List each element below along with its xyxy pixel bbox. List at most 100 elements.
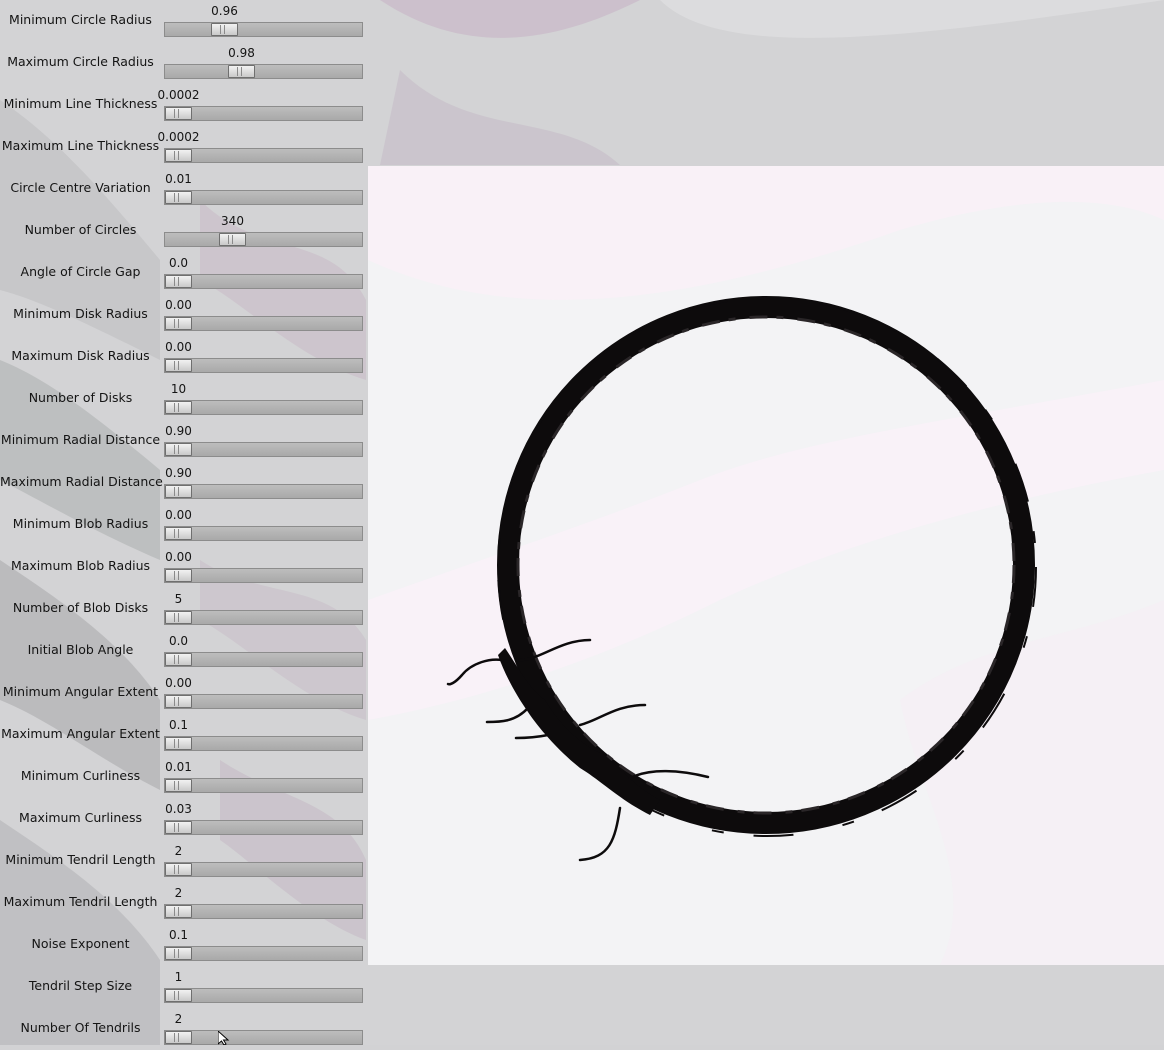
- slider-thumb[interactable]: [165, 191, 192, 204]
- slider-row: Initial Blob Angle 0.0: [0, 630, 366, 672]
- slider-value: 0.98: [228, 46, 255, 60]
- slider-value: 0.1: [168, 928, 189, 942]
- slider-thumb[interactable]: [228, 65, 255, 78]
- slider-label: Circle Centre Variation: [10, 180, 151, 195]
- slider-label: Maximum Line Thickness: [1, 138, 160, 153]
- slider-thumb[interactable]: [165, 569, 192, 582]
- slider-track[interactable]: [164, 736, 363, 751]
- slider-thumb[interactable]: [165, 359, 192, 372]
- slider-track[interactable]: [164, 694, 363, 709]
- slider-thumb[interactable]: [219, 233, 246, 246]
- slider-track[interactable]: [164, 232, 363, 247]
- slider-thumb[interactable]: [165, 485, 192, 498]
- slider-label: Maximum Tendril Length: [3, 894, 158, 909]
- slider-value: 0.0: [168, 634, 189, 648]
- slider-label: Maximum Circle Radius: [7, 54, 154, 69]
- slider-value: 10: [170, 382, 187, 396]
- slider-row: Circle Centre Variation 0.01: [0, 168, 366, 210]
- slider-label: Number of Blob Disks: [12, 600, 149, 615]
- slider-value: 0.00: [165, 676, 192, 690]
- slider-row: Minimum Circle Radius 0.96: [0, 0, 366, 42]
- slider-row: Minimum Disk Radius 0.00: [0, 294, 366, 336]
- slider-track[interactable]: [164, 652, 363, 667]
- slider-row: Maximum Curliness 0.03: [0, 798, 366, 840]
- slider-track[interactable]: [164, 22, 363, 37]
- slider-label: Minimum Circle Radius: [9, 12, 152, 27]
- slider-track[interactable]: [164, 274, 363, 289]
- slider-thumb[interactable]: [165, 653, 192, 666]
- slider-track[interactable]: [164, 862, 363, 877]
- slider-track[interactable]: [164, 316, 363, 331]
- slider-label: Maximum Angular Extent: [1, 726, 160, 741]
- slider-label: Maximum Blob Radius: [10, 558, 151, 573]
- slider-track[interactable]: [164, 358, 363, 373]
- slider-row: Maximum Disk Radius 0.00: [0, 336, 366, 378]
- slider-track[interactable]: [164, 64, 363, 79]
- slider-value: 0.00: [165, 550, 192, 564]
- slider-thumb[interactable]: [165, 1031, 192, 1044]
- slider-track[interactable]: [164, 442, 363, 457]
- slider-track[interactable]: [164, 988, 363, 1003]
- slider-thumb[interactable]: [165, 947, 192, 960]
- slider-value: 0.0002: [157, 130, 200, 144]
- slider-thumb[interactable]: [165, 695, 192, 708]
- slider-thumb[interactable]: [165, 779, 192, 792]
- slider-thumb[interactable]: [165, 401, 192, 414]
- slider-label: Minimum Curliness: [20, 768, 141, 783]
- slider-row: Minimum Tendril Length 2: [0, 840, 366, 882]
- slider-track[interactable]: [164, 526, 363, 541]
- slider-thumb[interactable]: [165, 989, 192, 1002]
- slider-thumb[interactable]: [211, 23, 238, 36]
- slider-thumb[interactable]: [165, 149, 192, 162]
- slider-label: Initial Blob Angle: [27, 642, 134, 657]
- slider-label: Number of Disks: [28, 390, 133, 405]
- slider-track[interactable]: [164, 820, 363, 835]
- slider-value: 2: [174, 844, 183, 858]
- slider-row: Tendril Step Size 1: [0, 966, 366, 1008]
- slider-track[interactable]: [164, 190, 363, 205]
- slider-track[interactable]: [164, 946, 363, 961]
- slider-thumb[interactable]: [165, 317, 192, 330]
- slider-value: 0.00: [165, 298, 192, 312]
- slider-value: 0.0: [168, 256, 189, 270]
- slider-row: Minimum Radial Distance 0.90: [0, 420, 366, 462]
- slider-row: Number Of Tendrils 2: [0, 1008, 366, 1050]
- slider-thumb[interactable]: [165, 275, 192, 288]
- slider-row: Maximum Circle Radius 0.98: [0, 42, 366, 84]
- slider-row: Minimum Curliness 0.01: [0, 756, 366, 798]
- slider-value: 0.03: [165, 802, 192, 816]
- slider-thumb[interactable]: [165, 905, 192, 918]
- slider-row: Number of Disks 10: [0, 378, 366, 420]
- slider-track[interactable]: [164, 1030, 363, 1045]
- slider-label: Number of Circles: [24, 222, 137, 237]
- slider-panel: Minimum Circle Radius 0.96 Maximum Circle …: [0, 0, 366, 1045]
- slider-thumb[interactable]: [165, 527, 192, 540]
- slider-thumb[interactable]: [165, 611, 192, 624]
- slider-thumb[interactable]: [165, 821, 192, 834]
- slider-track[interactable]: [164, 904, 363, 919]
- slider-track[interactable]: [164, 106, 363, 121]
- slider-track[interactable]: [164, 568, 363, 583]
- slider-label: Minimum Radial Distance: [0, 432, 161, 447]
- slider-track[interactable]: [164, 484, 363, 499]
- slider-label: Minimum Disk Radius: [13, 306, 148, 321]
- slider-label: Minimum Tendril Length: [5, 852, 156, 867]
- slider-value: 0.00: [165, 508, 192, 522]
- drawing-canvas[interactable]: [368, 166, 1164, 965]
- slider-track[interactable]: [164, 778, 363, 793]
- slider-label: Number Of Tendrils: [20, 1020, 141, 1035]
- slider-thumb[interactable]: [165, 737, 192, 750]
- slider-value: 0.96: [211, 4, 238, 18]
- slider-track[interactable]: [164, 610, 363, 625]
- slider-value: 0.00: [165, 340, 192, 354]
- slider-thumb[interactable]: [165, 443, 192, 456]
- slider-value: 0.90: [165, 424, 192, 438]
- slider-label: Tendril Step Size: [28, 978, 133, 993]
- ink-circle-drawing: [368, 166, 1164, 965]
- slider-label: Angle of Circle Gap: [20, 264, 141, 279]
- slider-track[interactable]: [164, 400, 363, 415]
- slider-thumb[interactable]: [165, 863, 192, 876]
- slider-value: 0.01: [165, 760, 192, 774]
- slider-track[interactable]: [164, 148, 363, 163]
- slider-thumb[interactable]: [165, 107, 192, 120]
